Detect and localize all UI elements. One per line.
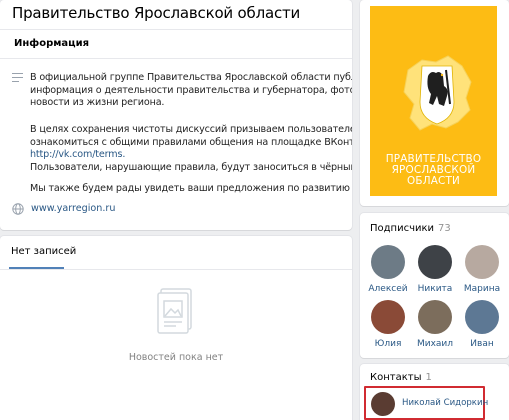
subscriber-item[interactable]: Михаил — [415, 300, 455, 349]
subscriber-name: Никита — [417, 284, 453, 294]
avatar — [465, 245, 499, 279]
description-paragraph-3: Мы также будем рады увидеть ваши предлож… — [30, 183, 352, 194]
description-paragraph-2: В целях сохранения чистоты дискуссий при… — [30, 124, 352, 174]
description-paragraph-1: В официальной группе Правительства Яросл… — [30, 72, 352, 110]
contacts-title[interactable]: Контакты 1 — [370, 372, 432, 383]
divider — [0, 29, 352, 30]
photo-stack-icon — [157, 288, 192, 334]
wall-card: Нет записей Новостей пока нет — [0, 236, 352, 420]
subscriber-item[interactable]: Алексей — [368, 245, 408, 294]
avatar — [371, 392, 395, 416]
subscriber-name: Юлия — [374, 339, 402, 349]
contacts-card: Контакты 1 Николай Сидоркин — [360, 364, 509, 420]
tab-no-posts[interactable]: Нет записей — [11, 246, 76, 257]
subscriber-name: Михаил — [416, 339, 454, 349]
description-line: ознакомиться с общими правилами общения … — [30, 136, 352, 148]
subscribers-title[interactable]: Подписчики 73 — [370, 223, 451, 234]
avatar — [371, 300, 405, 334]
subscriber-name: Иван — [470, 339, 494, 349]
subscribers-card: Подписчики 73 Алексей Никита Марина Юлия … — [360, 213, 509, 358]
subscribers-label: Подписчики — [370, 223, 435, 234]
empty-feed-text: Новостей пока нет — [128, 352, 224, 363]
subscribers-count: 73 — [438, 223, 451, 234]
divider — [0, 269, 352, 270]
subscriber-item[interactable]: Иван — [462, 300, 502, 349]
avatar — [465, 300, 499, 334]
description-line: информация о деятельности правительства … — [30, 84, 352, 96]
page-title: Правительство Ярославской области — [12, 4, 301, 22]
cover-caption: ПРАВИТЕЛЬСТВО ЯРОСЛАВСКОЙ ОБЛАСТИ — [385, 153, 482, 187]
contacts-label: Контакты — [370, 372, 422, 383]
website-link[interactable]: www.yarregion.ru — [31, 203, 115, 214]
group-avatar[interactable]: ПРАВИТЕЛЬСТВО ЯРОСЛАВСКОЙ ОБЛАСТИ — [370, 6, 497, 196]
contacts-count: 1 — [425, 372, 432, 383]
description-line: новости из жизни региона. — [30, 97, 165, 109]
description-line: Пользователи, нарушающие правила, будут … — [30, 161, 352, 173]
description-line: В официальной группе Правительства Яросл… — [30, 72, 352, 83]
subscriber-name: Марина — [463, 284, 501, 294]
description-line: В целях сохранения чистоты дискуссий при… — [30, 124, 352, 135]
info-heading: Информация — [14, 38, 89, 49]
cover-card: ПРАВИТЕЛЬСТВО ЯРОСЛАВСКОЙ ОБЛАСТИ — [360, 0, 509, 206]
terms-link[interactable]: http://vk.com/terms. — [30, 149, 125, 160]
divider — [0, 58, 352, 59]
avatar — [418, 300, 452, 334]
subscriber-item[interactable]: Юлия — [368, 300, 408, 349]
avatar — [418, 245, 452, 279]
subscriber-item[interactable]: Марина — [462, 245, 502, 294]
subscriber-item[interactable]: Никита — [415, 245, 455, 294]
contact-name: Николай Сидоркин — [402, 398, 489, 408]
contact-item-highlighted[interactable]: Николай Сидоркин — [364, 386, 489, 420]
text-lines-icon — [12, 73, 23, 82]
group-info-card: Правительство Ярославской области Информ… — [0, 0, 352, 230]
globe-icon — [12, 203, 24, 215]
avatar — [371, 245, 405, 279]
subscriber-name: Алексей — [368, 284, 408, 294]
